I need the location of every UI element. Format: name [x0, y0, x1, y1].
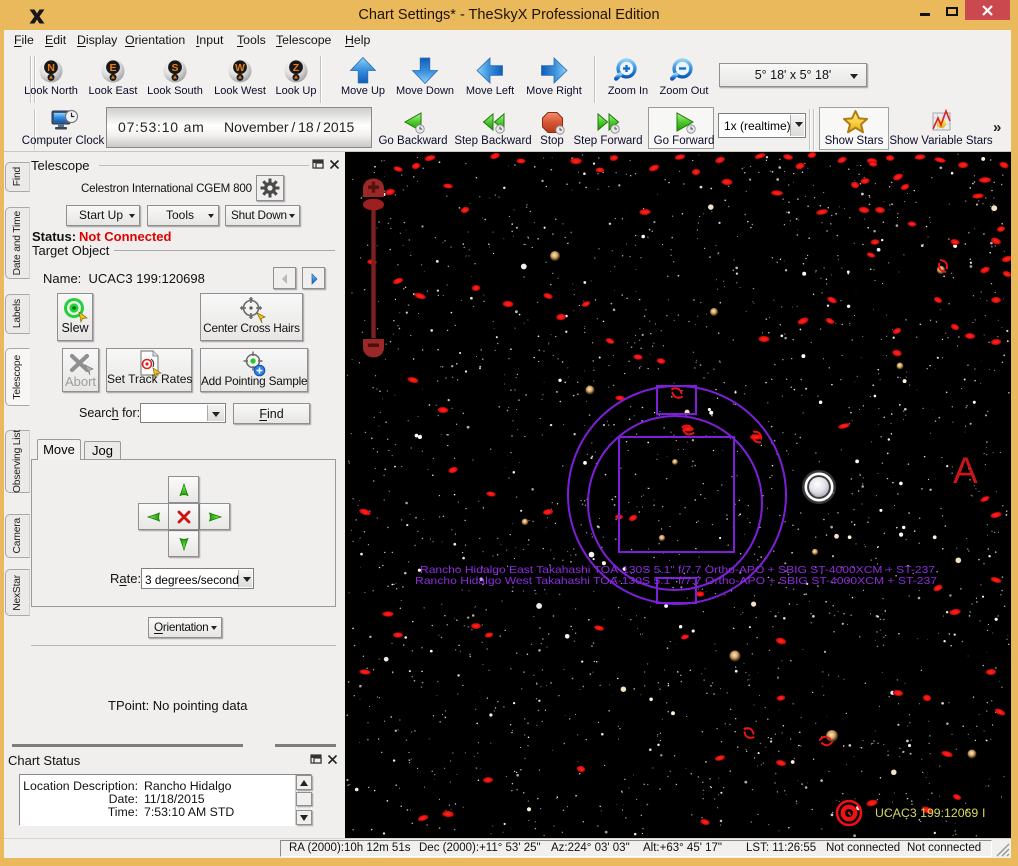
svg-text:I: I	[982, 806, 985, 820]
svg-text:S: S	[171, 62, 178, 74]
svg-text:W: W	[235, 62, 245, 74]
svg-text:Rancho Hidalgo West Takahashi: Rancho Hidalgo West Takahashi TOA-130S 5…	[415, 576, 937, 587]
svg-text:N: N	[47, 62, 55, 74]
svg-text:UCAC3 199:12069: UCAC3 199:12069	[875, 806, 978, 820]
svg-text:A: A	[953, 450, 978, 491]
svg-text:E: E	[109, 62, 116, 74]
svg-text:Rancho Hidalgo East Takahashi: Rancho Hidalgo East Takahashi TOA-130S 5…	[420, 565, 935, 576]
svg-text:Z: Z	[293, 62, 300, 74]
